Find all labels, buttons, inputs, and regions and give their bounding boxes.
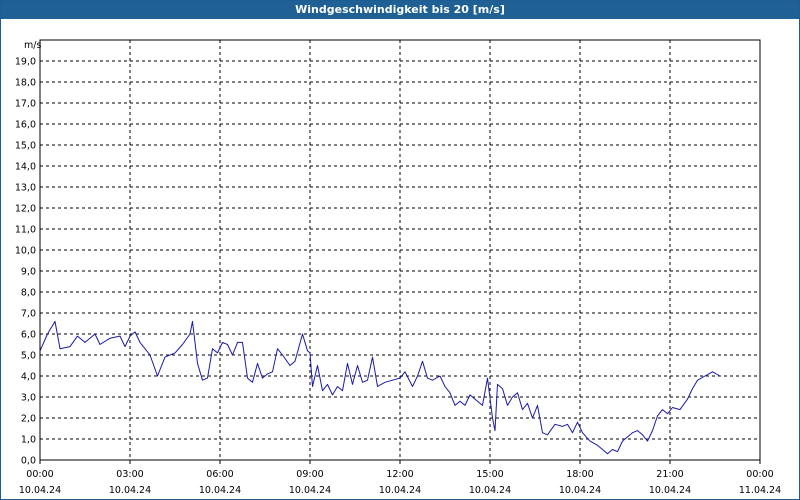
- y-axis-label: m/s: [24, 40, 41, 51]
- y-tick-label: 0,0: [21, 456, 36, 467]
- y-tick-label: 16,0: [15, 120, 36, 131]
- y-tick-label: 3,0: [21, 393, 36, 404]
- y-axis: 0,0 1,0 2,0 3,0 4,0 5,0 6,0 7,0 8,0 9,0 10,0 11,0 12…: [15, 57, 36, 467]
- y-tick-label: 18,0: [15, 78, 36, 89]
- y-tick-label: 15,0: [15, 141, 36, 152]
- y-tick-label: 6,0: [21, 330, 36, 341]
- y-tick-label: 17,0: [15, 99, 36, 110]
- y-tick-label: 19,0: [15, 57, 36, 68]
- chart-grid: [40, 40, 760, 460]
- x-tick-date: 10.04.24: [199, 485, 241, 496]
- y-tick-label: 11,0: [15, 225, 36, 236]
- y-tick-label: 4,0: [21, 372, 36, 383]
- y-tick-label: 1,0: [21, 435, 36, 446]
- x-tick-date: 10.04.24: [289, 485, 331, 496]
- x-tick-time: 21:00: [656, 469, 683, 480]
- x-tick-date: 10.04.24: [559, 485, 601, 496]
- x-tick-time: 00:00: [746, 469, 773, 480]
- y-tick-label: 10,0: [15, 246, 36, 257]
- y-tick-label: 14,0: [15, 162, 36, 173]
- x-tick-time: 18:00: [566, 469, 593, 480]
- y-tick-label: 5,0: [21, 351, 36, 362]
- x-tick-time: 09:00: [296, 469, 323, 480]
- line-chart: 0,0 1,0 2,0 3,0 4,0 5,0 6,0 7,0 8,0 9,0 10,0 11,0 12…: [15, 39, 781, 496]
- y-tick-label: 13,0: [15, 183, 36, 194]
- series-line: [39, 320, 721, 455]
- y-tick-label: 12,0: [15, 204, 36, 215]
- x-tick-date: 10.04.24: [649, 485, 691, 496]
- x-tick-date: 10.04.24: [379, 485, 421, 496]
- x-tick-time: 03:00: [116, 469, 143, 480]
- x-tick-time: 12:00: [386, 469, 413, 480]
- y-tick-label: 8,0: [21, 288, 36, 299]
- x-tick-time: 15:00: [476, 469, 503, 480]
- y-tick-label: 7,0: [21, 309, 36, 320]
- series-group: [39, 320, 721, 455]
- x-tick-date: 10.04.24: [109, 485, 151, 496]
- x-tick-time: 00:00: [26, 469, 53, 480]
- x-tick-date: 10.04.24: [19, 485, 61, 496]
- x-tick-date: 11.04.24: [739, 485, 781, 496]
- x-axis: 00:00 10.04.24 03:00 10.04.24 06:00 10.04.24 0…: [19, 460, 781, 496]
- x-tick-date: 10.04.24: [469, 485, 511, 496]
- y-tick-label: 9,0: [21, 267, 36, 278]
- y-tick-label: 2,0: [21, 414, 36, 425]
- x-tick-time: 06:00: [206, 469, 233, 480]
